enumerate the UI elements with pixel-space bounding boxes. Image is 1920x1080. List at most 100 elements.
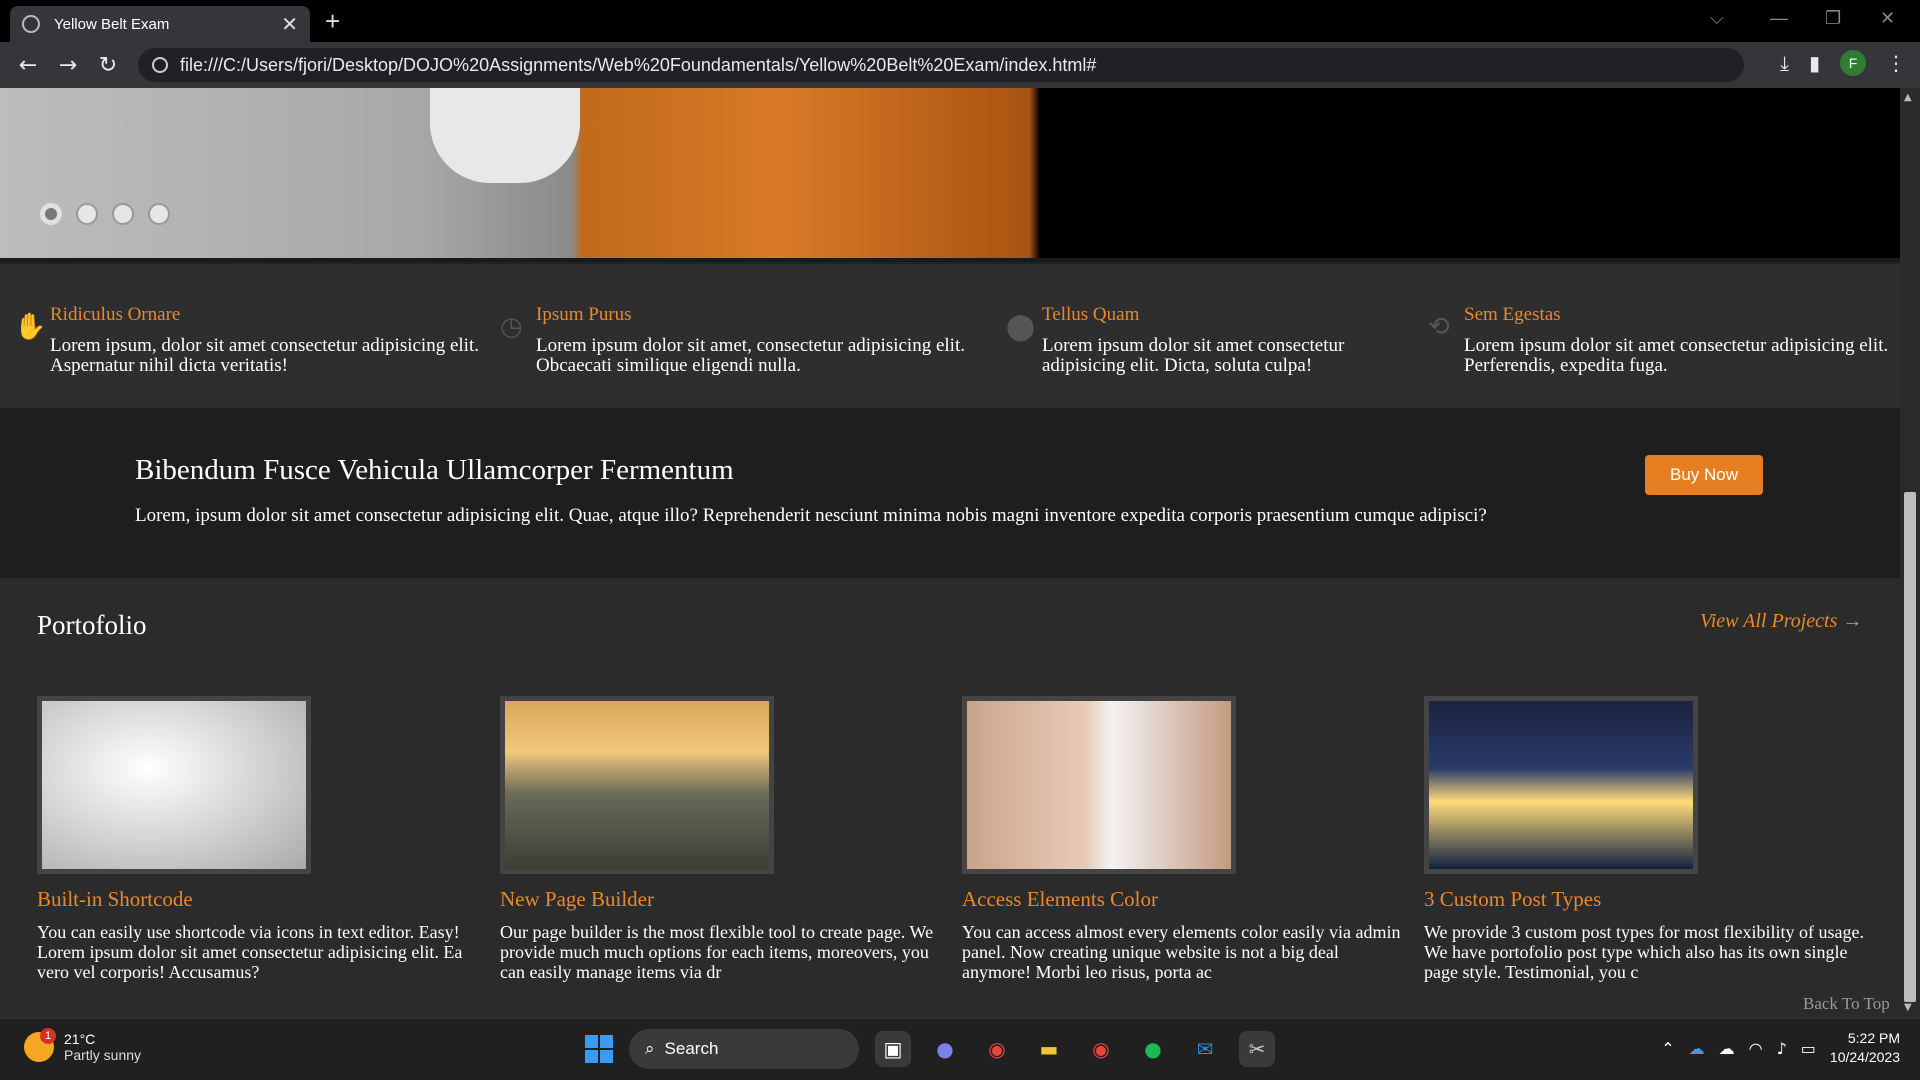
feature-title: Tellus Quam (1042, 304, 1140, 325)
browser-tab[interactable]: Yellow Belt Exam ✕ (10, 6, 310, 42)
battery-icon[interactable]: ▭ (1801, 1039, 1816, 1058)
portfolio-card-text: You can access almost every elements col… (962, 922, 1401, 982)
snipping-tool-icon[interactable]: ✂ (1239, 1031, 1275, 1067)
show-hidden-icons-icon[interactable]: ⌃ (1661, 1039, 1674, 1058)
feature-title: Ridiculus Ornare (50, 304, 181, 325)
search-label: Search (664, 1039, 719, 1058)
hero-image-detail (430, 88, 580, 183)
weather-desc: Partly sunny (64, 1047, 142, 1063)
cta-text: Lorem, ipsum dolor sit amet consectetur … (135, 505, 1487, 526)
browser-toolbar: ← → ↻ file:///C:/Users/fjori/Desktop/DOJ… (0, 42, 1920, 88)
portfolio-card: Access Elements Color You can access alm… (962, 696, 1402, 982)
tab-title: Yellow Belt Exam (54, 15, 170, 33)
portfolio-card-text: You can easily use shortcode via icons i… (37, 922, 463, 982)
taskbar-search[interactable]: ⌕ Search (629, 1029, 859, 1069)
buy-now-button[interactable]: Buy Now (1645, 455, 1763, 495)
tab-search-icon[interactable]: ⌵ (1710, 8, 1724, 29)
feature-item: ⟲ Sem Egestas Lorem ipsum dolor sit amet… (1428, 304, 1889, 376)
notification-badge: 1 (40, 1028, 56, 1044)
chrome-profile-icon[interactable]: ◉ (979, 1031, 1015, 1067)
globe-icon (22, 15, 40, 33)
weather-widget[interactable]: 1 21°C Partly sunny (24, 1028, 142, 1063)
menu-icon[interactable]: ⋮ (1886, 51, 1906, 75)
clock-date: 10/24/2023 (1829, 1049, 1900, 1065)
url-text: file:///C:/Users/fjori/Desktop/DOJO%20As… (180, 54, 1097, 75)
portfolio-card-title[interactable]: Built-in Shortcode (37, 887, 477, 912)
clock-icon: ◷ (500, 312, 523, 342)
view-all-projects-link[interactable]: View All Projects → (1700, 610, 1862, 633)
toolbar-actions: ⤓ ▮ F ⋮ (1780, 50, 1906, 76)
feature-item: ⬤ Tellus Quam Lorem ipsum dolor sit amet… (1006, 304, 1382, 376)
portfolio-card: Built-in Shortcode You can easily use sh… (37, 696, 477, 982)
onedrive-icon[interactable]: ☁ (1689, 1039, 1705, 1058)
slider-dot-2[interactable] (76, 203, 98, 225)
back-to-top-link[interactable]: Back To Top (1803, 994, 1890, 1014)
portfolio-card-title[interactable]: New Page Builder (500, 887, 940, 912)
portfolio-section: Portofolio View All Projects → Built-in … (0, 578, 1900, 1018)
portfolio-card-title[interactable]: 3 Custom Post Types (1424, 887, 1864, 912)
portfolio-image-couple[interactable] (962, 696, 1236, 874)
feature-text: Lorem ipsum dolor sit amet consectetur a… (1042, 335, 1345, 376)
close-window-icon[interactable]: ✕ (1880, 8, 1895, 29)
search-icon: ⌕ (645, 1039, 655, 1058)
portfolio-card-title[interactable]: Access Elements Color (962, 887, 1402, 912)
tab-bar: Yellow Belt Exam ✕ + ⌵ — ❐ ✕ (0, 0, 1920, 42)
site-info-icon[interactable] (152, 57, 168, 73)
spotify-icon[interactable]: ● (1135, 1031, 1171, 1067)
slider-dots (40, 203, 170, 225)
feature-title: Sem Egestas (1464, 304, 1561, 325)
slider-dot-3[interactable] (112, 203, 134, 225)
chrome-icon[interactable]: ◉ (1083, 1031, 1119, 1067)
close-tab-icon[interactable]: ✕ (281, 12, 298, 37)
download-icon[interactable]: ⤓ (1780, 51, 1789, 75)
portfolio-image-city[interactable] (1424, 696, 1698, 874)
feature-text: Lorem ipsum, dolor sit amet consectetur … (50, 335, 479, 376)
feature-text: Lorem ipsum dolor sit amet, consectetur … (536, 335, 965, 376)
scroll-down-icon[interactable]: ▼ (1904, 1002, 1912, 1013)
mail-icon[interactable]: ✉ (1187, 1031, 1223, 1067)
minimize-icon[interactable]: — (1770, 8, 1788, 29)
taskbar-apps: ⌕ Search ▣ ● ◉ ▬ ◉ ● ✉ ✂ (585, 1029, 1275, 1069)
reload-icon[interactable]: ↻ (88, 53, 128, 78)
new-tab-button[interactable]: + (325, 6, 340, 37)
feature-item: ✋ Ridiculus Ornare Lorem ipsum, dolor si… (14, 304, 520, 376)
hero-slider (0, 88, 1900, 260)
slider-dot-4[interactable] (148, 203, 170, 225)
portfolio-card: New Page Builder Our page builder is the… (500, 696, 940, 982)
scroll-up-icon[interactable]: ▲ (1904, 92, 1912, 103)
clock[interactable]: 5:22 PM 10/24/2023 (1830, 1029, 1900, 1067)
portfolio-heading: Portofolio (37, 610, 147, 640)
windows-start-icon[interactable] (585, 1035, 613, 1063)
address-bar[interactable]: file:///C:/Users/fjori/Desktop/DOJO%20As… (138, 48, 1744, 82)
side-panel-icon[interactable]: ▮ (1809, 51, 1820, 75)
task-view-icon[interactable]: ▣ (875, 1031, 911, 1067)
slider-dot-1[interactable] (40, 203, 62, 225)
system-tray: ⌃ ☁ ☁ ◠ ♪ ▭ 5:22 PM 10/24/2023 (1661, 1029, 1900, 1067)
feature-item: ◷ Ipsum Purus Lorem ipsum dolor sit amet… (500, 304, 1006, 376)
clock-time: 5:22 PM (1847, 1030, 1900, 1046)
teams-icon[interactable]: ● (927, 1031, 963, 1067)
call-to-action: Bibendum Fusce Vehicula Ullamcorper Ferm… (0, 408, 1900, 578)
page-scrollbar[interactable]: ▲ ▼ (1900, 88, 1920, 1018)
back-icon[interactable]: ← (8, 53, 48, 78)
portfolio-image-bus[interactable] (500, 696, 774, 874)
file-explorer-icon[interactable]: ▬ (1031, 1031, 1067, 1067)
cta-heading: Bibendum Fusce Vehicula Ullamcorper Ferm… (135, 454, 734, 486)
map-pin-icon: ⬤ (1006, 312, 1036, 342)
windows-taskbar: 1 21°C Partly sunny ⌕ Search ▣ ● ◉ ▬ ◉ ●… (0, 1018, 1920, 1080)
restore-icon[interactable]: ❐ (1825, 8, 1841, 29)
portfolio-card: 3 Custom Post Types We provide 3 custom … (1424, 696, 1864, 982)
portfolio-image-dancer[interactable] (37, 696, 311, 874)
wifi-icon[interactable]: ◠ (1749, 1039, 1763, 1058)
forward-icon[interactable]: → (48, 53, 88, 78)
refresh-icon: ⟲ (1428, 312, 1450, 342)
scrollbar-thumb[interactable] (1904, 492, 1916, 1002)
weather-temp: 21°C (64, 1031, 96, 1047)
volume-icon[interactable]: ♪ (1777, 1039, 1787, 1058)
profile-avatar[interactable]: F (1840, 50, 1866, 76)
web-page: ✋ Ridiculus Ornare Lorem ipsum, dolor si… (0, 88, 1900, 1018)
feature-title: Ipsum Purus (536, 304, 632, 325)
cloud-icon[interactable]: ☁ (1719, 1039, 1735, 1058)
feature-text: Lorem ipsum dolor sit amet consectetur a… (1464, 335, 1889, 376)
portfolio-card-text: We provide 3 custom post types for most … (1424, 922, 1864, 982)
